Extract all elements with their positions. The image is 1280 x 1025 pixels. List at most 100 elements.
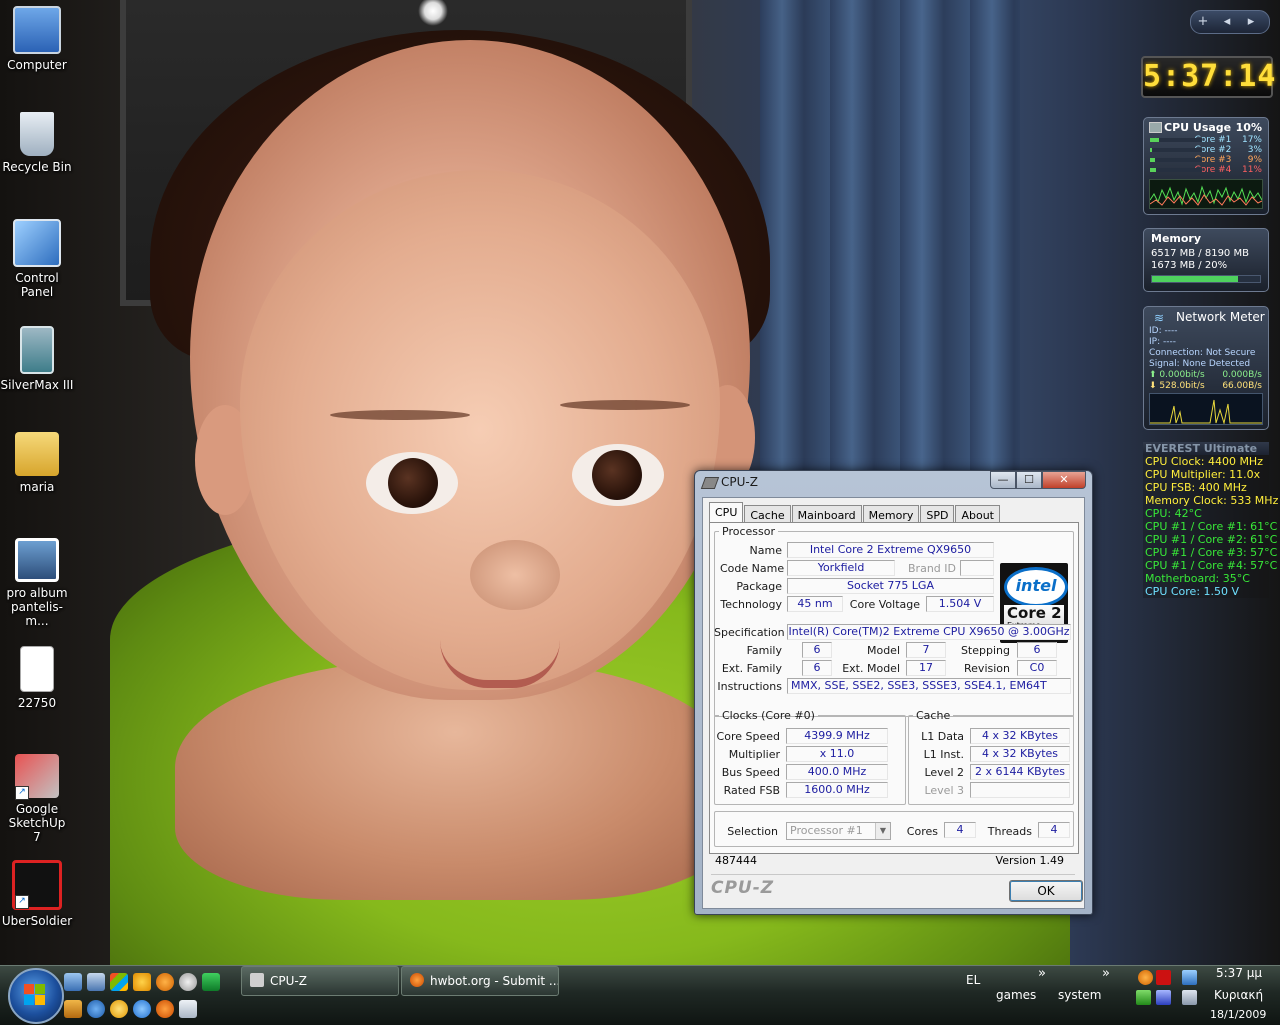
everest-line: CPU #1 / Core #1: 61°C bbox=[1145, 520, 1278, 533]
desktop-icon-sketchup[interactable]: ↗ Google SketchUp 7 bbox=[0, 748, 74, 844]
language-indicator[interactable]: EL bbox=[966, 973, 980, 987]
info-icon[interactable] bbox=[156, 973, 174, 991]
close-button[interactable]: ✕ bbox=[1042, 471, 1086, 489]
chip-icon bbox=[1149, 122, 1162, 133]
technology-value: 45 nm bbox=[787, 596, 843, 612]
desktop-icon-22750[interactable]: 22750 bbox=[0, 640, 74, 710]
specification-label: Specification bbox=[714, 626, 785, 639]
cpuz-app-icon bbox=[250, 973, 264, 987]
internet-explorer-icon[interactable] bbox=[133, 1000, 151, 1018]
cpu-tab-page: Processor Name Intel Core 2 Extreme QX96… bbox=[709, 522, 1079, 854]
threads-label: Threads bbox=[987, 825, 1032, 838]
previous-page-button[interactable]: ◂ bbox=[1215, 11, 1239, 33]
add-gadget-button[interactable]: + bbox=[1191, 11, 1215, 33]
desktop-icon-control-panel[interactable]: Control Panel bbox=[0, 213, 74, 299]
multiplier-label: Multiplier bbox=[728, 748, 780, 761]
desktop-icon-silvermax[interactable]: SilverMax III bbox=[0, 320, 74, 392]
revision-value: C0 bbox=[1017, 660, 1057, 676]
level3-value bbox=[970, 782, 1070, 798]
l1-data-label: L1 Data bbox=[921, 730, 964, 743]
cpu-usage-gadget[interactable]: CPU Usage 10% Core #1 17% Core #2 3% Cor… bbox=[1143, 117, 1269, 215]
minimize-button[interactable]: — bbox=[990, 471, 1016, 489]
brandid-label: Brand ID bbox=[908, 562, 956, 575]
core-voltage-value: 1.504 V bbox=[926, 596, 994, 612]
tools-icon[interactable] bbox=[133, 973, 151, 991]
core-usage-bar bbox=[1150, 148, 1202, 152]
show-desktop-icon[interactable] bbox=[64, 973, 82, 991]
everest-line: CPU Core: 1.50 V bbox=[1145, 585, 1240, 598]
firefox-small-icon[interactable] bbox=[179, 973, 197, 991]
desktop-icon-computer[interactable]: Computer bbox=[0, 0, 74, 72]
games-toolbar-chevron[interactable]: » bbox=[1038, 966, 1046, 981]
instructions-value: MMX, SSE, SSE2, SSE3, SSSE3, SSE4.1, EM6… bbox=[787, 678, 1071, 694]
network-connection: Connection: Not Secure bbox=[1149, 348, 1256, 358]
mail-icon[interactable] bbox=[179, 1000, 197, 1018]
system-toolbar-chevron[interactable]: » bbox=[1102, 966, 1110, 981]
processor-select-value: Processor #1 bbox=[790, 824, 863, 837]
taskbar-button-hwbot[interactable]: hwbot.org - Submit ... bbox=[401, 966, 559, 996]
utorrent-icon[interactable] bbox=[202, 973, 220, 991]
tray-date[interactable]: 18/1/2009 bbox=[1210, 1008, 1266, 1021]
ok-button[interactable]: OK bbox=[1009, 880, 1083, 902]
core-usage-bar bbox=[1150, 168, 1202, 172]
shortcut-arrow-icon: ↗ bbox=[15, 786, 29, 800]
start-button[interactable] bbox=[8, 968, 64, 1024]
volume-icon[interactable] bbox=[1182, 990, 1197, 1005]
media-player-icon[interactable] bbox=[87, 1000, 105, 1018]
maximize-button[interactable]: ☐ bbox=[1016, 471, 1042, 489]
firefox-icon[interactable] bbox=[156, 1000, 174, 1018]
switch-windows-icon[interactable] bbox=[87, 973, 105, 991]
bus-speed-label: Bus Speed bbox=[721, 766, 780, 779]
tray-time[interactable]: 5:37 μμ bbox=[1216, 966, 1262, 980]
network-download: ⬇ 528.0bit/s 66.00B/s bbox=[1149, 381, 1262, 391]
cores-label: Cores bbox=[906, 825, 938, 838]
memory-gadget[interactable]: Memory 6517 MB / 8190 MB 1673 MB / 20% bbox=[1143, 228, 1269, 292]
wifi-icon: ≋ bbox=[1154, 311, 1165, 325]
memory-physical: 6517 MB / 8190 MB bbox=[1151, 248, 1249, 259]
desktop-icon-maria[interactable]: maria bbox=[0, 426, 74, 494]
windows-app-icon[interactable] bbox=[110, 973, 128, 991]
games-toolbar[interactable]: games bbox=[996, 988, 1036, 1002]
cpuz-client: CPU Cache Mainboard Memory SPD About Pro… bbox=[702, 497, 1085, 909]
cpu-usage-graph bbox=[1149, 179, 1263, 209]
core-speed-value: 4399.9 MHz bbox=[786, 728, 888, 744]
tray-day[interactable]: Κυριακή bbox=[1214, 988, 1263, 1002]
folder-icon bbox=[15, 432, 59, 476]
system-toolbar[interactable]: system bbox=[1058, 988, 1101, 1002]
package-value: Socket 775 LGA bbox=[787, 578, 994, 594]
desktop-icon-recycle-bin[interactable]: Recycle Bin bbox=[0, 106, 74, 174]
download-arrow-icon: ⬇ bbox=[1149, 381, 1157, 391]
processor-select[interactable]: Processor #1 ▼ bbox=[786, 822, 891, 840]
cpuz-window[interactable]: CPU-Z — ☐ ✕ CPU Cache Mainboard Memory S… bbox=[694, 470, 1093, 915]
validation-id: 487444 bbox=[715, 854, 757, 867]
taskbar-button-cpuz[interactable]: CPU-Z bbox=[241, 966, 399, 996]
control-panel-icon bbox=[13, 219, 61, 267]
desktop-icon-ubersoldier[interactable]: ↗ UberSoldier bbox=[0, 854, 74, 928]
desktop-icon-label: SilverMax III bbox=[0, 378, 74, 392]
network-meter-gadget[interactable]: ≋ Network Meter ID: ---- IP: ---- Connec… bbox=[1143, 306, 1269, 430]
media-icon[interactable] bbox=[64, 1000, 82, 1018]
next-page-button[interactable]: ▸ bbox=[1239, 11, 1263, 33]
core-speed-label: Core Speed bbox=[716, 730, 780, 743]
clock-gadget[interactable]: 5:37:14 bbox=[1141, 56, 1275, 98]
desktop-icon-pro-album[interactable]: pro album pantelis-m... bbox=[0, 532, 74, 628]
network-tray-icon[interactable] bbox=[1182, 970, 1197, 985]
info-tray-icon[interactable] bbox=[1138, 970, 1153, 985]
cpu-usage-title: CPU Usage bbox=[1164, 121, 1232, 134]
desktop-icon-label: Computer bbox=[7, 58, 67, 72]
everest-line: CPU #1 / Core #3: 57°C bbox=[1145, 546, 1278, 559]
desktop-icon-label: UberSoldier bbox=[1, 914, 73, 928]
ati-tray-icon[interactable] bbox=[1156, 970, 1171, 985]
monitor-tray-icon[interactable] bbox=[1156, 990, 1171, 1005]
network-graph bbox=[1149, 393, 1263, 425]
everest-gadget[interactable]: EVEREST Ultimate CPU Clock: 4400 MHz CPU… bbox=[1143, 442, 1278, 598]
network-id: ID: ---- bbox=[1149, 326, 1178, 336]
cpuz-titlebar[interactable]: CPU-Z — ☐ ✕ bbox=[695, 471, 1092, 493]
sun-icon[interactable] bbox=[110, 1000, 128, 1018]
text-file-icon bbox=[20, 646, 54, 692]
security-tray-icon[interactable] bbox=[1136, 990, 1151, 1005]
processor-name-value: Intel Core 2 Extreme QX9650 bbox=[787, 542, 994, 558]
instructions-label: Instructions bbox=[717, 680, 782, 693]
l1-inst-value: 4 x 32 KBytes bbox=[970, 746, 1070, 762]
cpu-core-row: Core #4 11% bbox=[1144, 165, 1268, 175]
